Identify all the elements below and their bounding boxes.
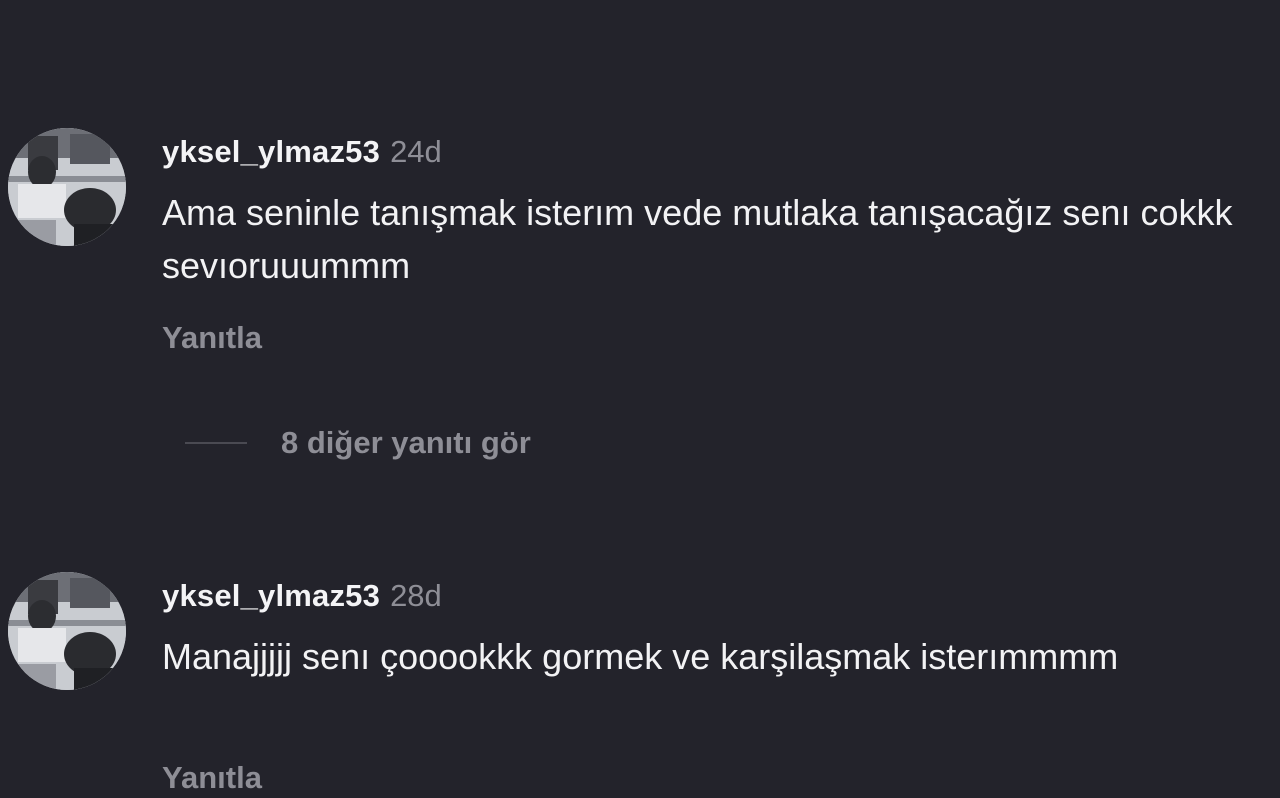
- comment-text: Ama seninle tanışmak isterım vede mutlak…: [162, 192, 1233, 286]
- reply-button[interactable]: Yanıtla: [162, 758, 262, 798]
- username[interactable]: yksel_ylmaz53: [162, 578, 380, 613]
- comment-header: yksel_ylmaz53 28d: [162, 576, 442, 616]
- avatar[interactable]: [8, 572, 126, 690]
- reply-button[interactable]: Yanıtla: [162, 318, 262, 358]
- avatar[interactable]: [8, 128, 126, 246]
- comment-header: yksel_ylmaz53 24d: [162, 132, 442, 172]
- timestamp: 24d: [390, 134, 442, 169]
- comment-text: Manajjjjj senı çooookkk gormek ve karşil…: [162, 636, 1119, 677]
- user-photo-icon: [8, 128, 126, 246]
- user-photo-icon: [8, 572, 126, 690]
- view-more-replies-label: 8 diğer yanıtı gör: [281, 425, 531, 460]
- view-more-replies-button[interactable]: 8 diğer yanıtı gör: [185, 421, 531, 465]
- divider-line: [185, 442, 247, 444]
- timestamp: 28d: [390, 578, 442, 613]
- username[interactable]: yksel_ylmaz53: [162, 134, 380, 169]
